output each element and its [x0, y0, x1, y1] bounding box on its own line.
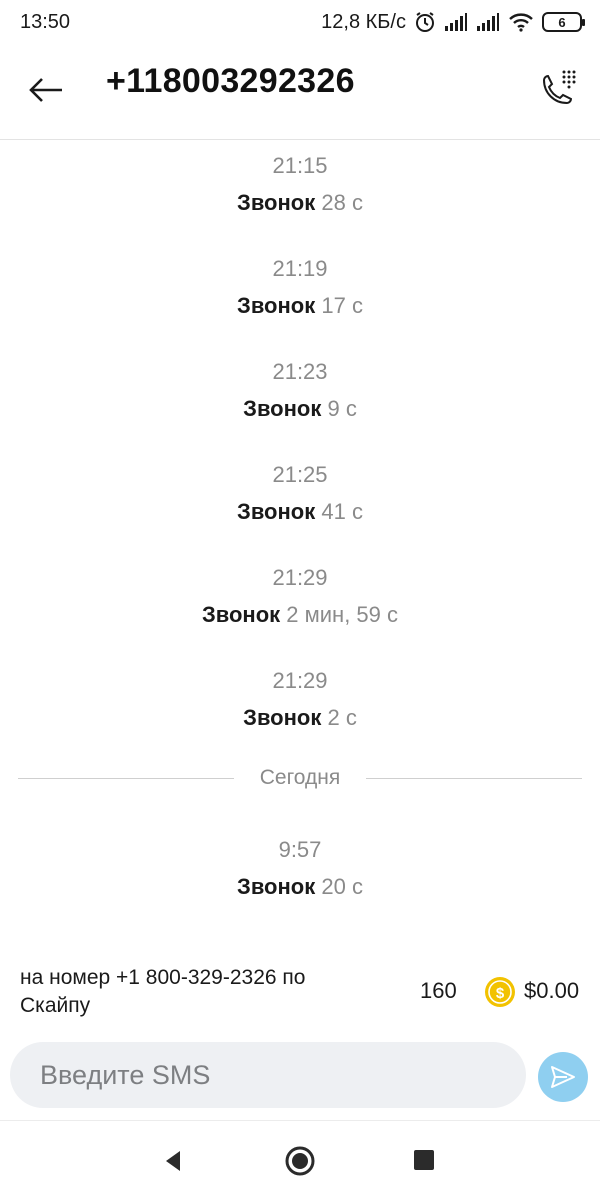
call-time: 9:57	[278, 837, 322, 862]
call-entry: 21:25 Звонок 41 с	[0, 458, 600, 532]
status-icons: 12,8 КБ/с 6	[321, 10, 585, 34]
separator-line	[366, 777, 583, 779]
sms-destination-info: на номер +1 800-329-2326 по Скайпу	[20, 966, 306, 1017]
screen: 13:50 12,8 КБ/с 6 +118003292326 21:15 Зв…	[0, 0, 600, 1200]
sms-char-count: 160	[420, 978, 457, 1003]
nav-home-button[interactable]	[284, 1145, 316, 1177]
nav-recent-apps-button[interactable]	[414, 1150, 434, 1170]
call-entry: 21:23 Звонок 9 с	[0, 355, 600, 429]
status-bar: 13:50 12,8 КБ/с 6	[0, 0, 600, 44]
call-time: 21:19	[272, 256, 328, 281]
signal-icon	[444, 12, 468, 32]
nav-back-button[interactable]	[160, 1147, 188, 1175]
wifi-icon	[508, 12, 534, 32]
network-speed: 12,8 КБ/с	[321, 10, 406, 33]
call-entry: 21:29 Звонок 2 мин, 59 с	[0, 561, 600, 635]
dialpad-phone-icon	[542, 70, 576, 105]
message-list[interactable]: 21:15 Звонок 28 с 21:19 Звонок 17 с 21:2…	[0, 141, 600, 941]
call-duration: 9 с	[327, 396, 357, 421]
signal-icon	[476, 12, 500, 32]
call-duration: 2 с	[327, 705, 357, 730]
separator-label: Сегодня	[259, 766, 341, 789]
call-time: 21:25	[272, 462, 328, 487]
separator-line	[18, 777, 234, 779]
conversation-header: +118003292326	[0, 44, 600, 140]
svg-text:$: $	[496, 985, 505, 1002]
credit-balance: $0.00	[524, 978, 580, 1003]
system-nav-bar	[0, 1120, 600, 1200]
call-button[interactable]	[534, 66, 582, 114]
back-button[interactable]	[22, 66, 70, 114]
call-label: Звонок	[237, 874, 316, 899]
arrow-left-icon	[29, 78, 62, 102]
call-entry: 21:15 Звонок 28 с	[0, 149, 600, 223]
call-duration: 17 с	[321, 293, 363, 318]
send-icon	[551, 1066, 575, 1088]
call-entry: 21:19 Звонок 17 с	[0, 252, 600, 326]
call-duration: 41 с	[321, 499, 363, 524]
call-duration: 20 с	[321, 874, 363, 899]
alarm-icon	[414, 11, 436, 33]
contact-title: +118003292326	[106, 62, 355, 100]
call-time: 21:15	[272, 153, 328, 178]
call-label: Звонок	[237, 293, 316, 318]
day-separator: Сегодня	[18, 761, 583, 795]
call-entry: 21:29 Звонок 2 с	[0, 664, 600, 738]
call-entry: 9:57 Звонок 20 с	[0, 833, 600, 907]
home-circle-icon	[285, 1146, 315, 1176]
call-time: 21:23	[272, 359, 328, 384]
call-label: Звонок	[237, 499, 316, 524]
sms-info-row: на номер +1 800-329-2326 по Скайпу 160 $…	[0, 960, 600, 1026]
call-time: 21:29	[272, 565, 328, 590]
call-label: Звонок	[243, 396, 322, 421]
call-duration: 2 мин, 59 с	[286, 602, 399, 627]
sms-input[interactable]	[10, 1042, 526, 1108]
skype-credit-icon[interactable]: $	[484, 976, 516, 1008]
send-button[interactable]	[538, 1052, 588, 1102]
call-duration: 28 с	[321, 190, 363, 215]
status-time: 13:50	[20, 10, 71, 33]
call-label: Звонок	[243, 705, 322, 730]
call-label: Звонок	[201, 602, 281, 627]
triangle-back-icon	[166, 1151, 180, 1171]
sms-input-container	[10, 1042, 526, 1108]
call-label: Звонок	[237, 190, 316, 215]
call-time: 21:29	[272, 668, 328, 693]
battery-icon: 6	[542, 12, 585, 32]
